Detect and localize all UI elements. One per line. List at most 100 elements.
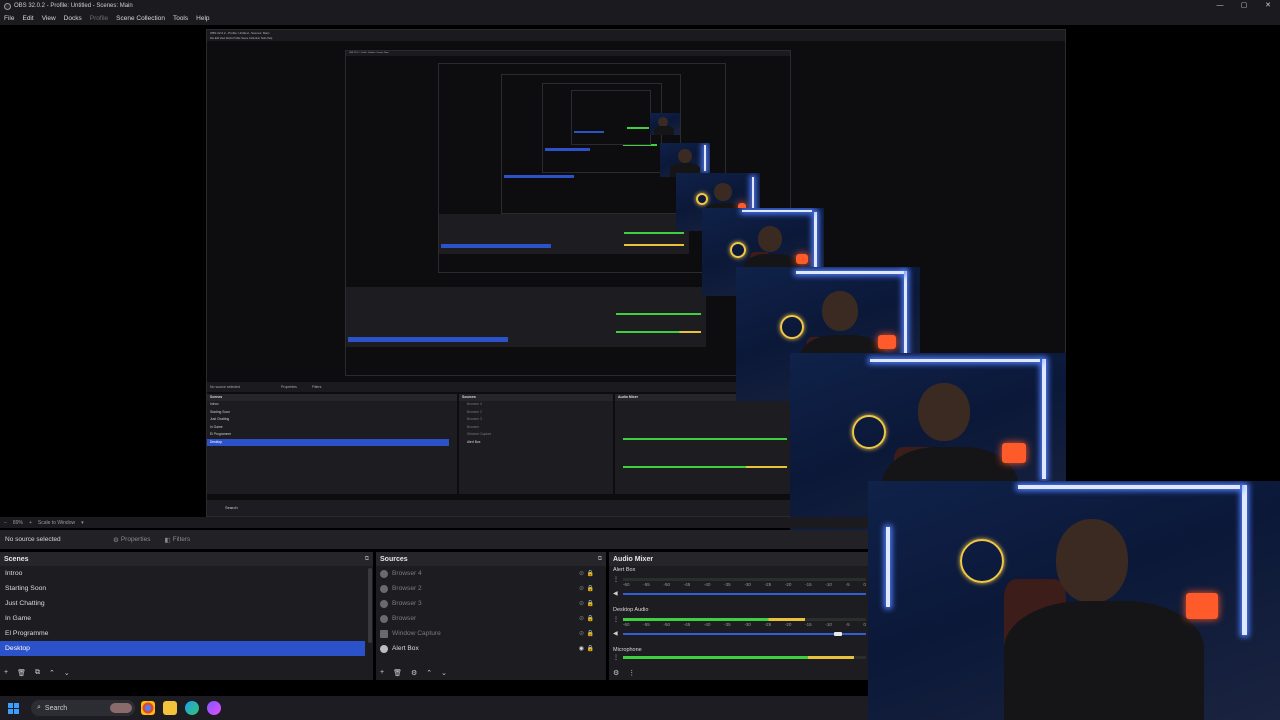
hidden-eye-icon[interactable]: ⊘: [579, 615, 584, 622]
sources-dock: Sources ⧉ Browser 4 ⊘ 🔒 Browser 2 ⊘ 🔒 Browse…: [376, 552, 606, 680]
scene-filters-button[interactable]: ⧉: [35, 669, 40, 677]
maximize-button[interactable]: ▢: [1232, 0, 1256, 12]
menu-tools[interactable]: Tools: [173, 15, 188, 22]
channel-name: Alert Box: [613, 567, 636, 573]
zoom-out-button[interactable]: −: [4, 520, 7, 526]
browser-icon: [380, 614, 388, 623]
webcam-feed-small-1: [650, 113, 680, 135]
mixer-menu-button[interactable]: ⋮: [628, 669, 635, 677]
audio-mixer-title: Audio Mixer: [613, 555, 654, 563]
nested-scene-item: Just Chatting: [210, 417, 230, 421]
lock-icon[interactable]: 🔒: [587, 630, 594, 637]
menu-scene-collection[interactable]: Scene Collection: [116, 15, 165, 22]
more-options-icon[interactable]: ⋮: [613, 616, 619, 623]
mixer-channel-desktop-audio: Desktop Audio ⋮ -60 -55 -50 -45 -40 -35 -30 -25…: [609, 606, 868, 646]
hidden-eye-icon[interactable]: ⊘: [579, 630, 584, 637]
speaker-icon[interactable]: ◀: [613, 590, 618, 597]
source-item[interactable]: Window Capture ⊘ 🔒: [376, 626, 606, 641]
scene-item-in-game[interactable]: In Game: [0, 611, 373, 626]
add-scene-button[interactable]: +: [4, 669, 8, 677]
chrome-icon[interactable]: [141, 701, 155, 715]
scenes-scrollbar[interactable]: [368, 568, 372, 643]
preview-canvas[interactable]: OBS 32.0.2 - Profile: Untitled - Scenes:…: [0, 25, 1280, 541]
source-properties-button[interactable]: ⚙: [411, 669, 417, 677]
hidden-eye-icon[interactable]: ⊘: [579, 600, 584, 607]
meter-tick-label: 0: [863, 622, 866, 627]
add-source-button[interactable]: +: [380, 669, 384, 677]
menu-file[interactable]: File: [4, 15, 14, 22]
lock-icon[interactable]: 🔒: [587, 645, 594, 652]
properties-button[interactable]: ⚙ Properties: [113, 536, 150, 544]
lock-icon[interactable]: 🔒: [587, 615, 594, 622]
mixer-settings-button[interactable]: ⚙: [613, 669, 619, 677]
scene-item-introo[interactable]: Introo: [0, 566, 373, 581]
meter-tick-label: -20: [784, 622, 792, 627]
window-controls: — ▢ ✕: [1208, 0, 1280, 12]
filter-icon: ◧: [164, 536, 171, 544]
browser-icon: [380, 584, 388, 593]
scene-item-el-programme[interactable]: El Programme: [0, 626, 373, 641]
minimize-button[interactable]: —: [1208, 0, 1232, 12]
volume-knob[interactable]: [833, 632, 842, 636]
remove-source-button[interactable]: 🗑: [393, 669, 402, 677]
meter-tick-label: -10: [825, 582, 832, 587]
source-item[interactable]: Browser 2 ⊘ 🔒: [376, 581, 606, 596]
scene-item-desktop[interactable]: Desktop: [0, 641, 365, 656]
nested-source-item: Window Capture: [467, 432, 492, 436]
hidden-eye-icon[interactable]: ⊘: [579, 570, 584, 577]
scene-item-starting-soon[interactable]: Starting Soon: [0, 581, 373, 596]
source-item[interactable]: Browser 3 ⊘ 🔒: [376, 596, 606, 611]
meter-tick-label: -40: [703, 622, 711, 627]
zoom-in-button[interactable]: +: [29, 520, 32, 526]
browser-icon: [380, 569, 388, 578]
nested-sources-dock: Sources Browser 4 Browser 2 Browser 3 Br…: [459, 394, 613, 494]
chevron-down-icon[interactable]: ▾: [81, 520, 84, 526]
scene-item-just-chatting[interactable]: Just Chatting: [0, 596, 373, 611]
app-icon[interactable]: [207, 701, 221, 715]
menu-view[interactable]: View: [42, 15, 56, 22]
edge-icon[interactable]: [185, 701, 199, 715]
move-scene-up-button[interactable]: ⌃: [49, 669, 55, 677]
source-item[interactable]: Alert Box ◉ 🔒: [376, 641, 606, 656]
menu-edit[interactable]: Edit: [22, 15, 33, 22]
zoom-level[interactable]: 89%: [13, 520, 23, 526]
meter-tick-label: -10: [825, 622, 832, 627]
webcam-feed-large: [868, 481, 1280, 720]
selection-status: No source selected: [5, 536, 61, 543]
search-highlight-icon: [110, 703, 132, 713]
volume-slider[interactable]: [623, 593, 866, 595]
undock-icon[interactable]: ⧉: [598, 556, 602, 563]
scenes-toolbar: + 🗑 ⧉ ⌃ ⌄: [4, 669, 79, 677]
more-options-icon[interactable]: ⋮: [613, 576, 619, 583]
close-button[interactable]: ✕: [1256, 0, 1280, 12]
file-explorer-icon[interactable]: [163, 701, 177, 715]
move-source-down-button[interactable]: ⌄: [441, 669, 447, 677]
menu-docks[interactable]: Docks: [64, 15, 82, 22]
move-source-up-button[interactable]: ⌃: [426, 669, 432, 677]
move-scene-down-button[interactable]: ⌄: [64, 669, 70, 677]
source-item[interactable]: Browser 4 ⊘ 🔒: [376, 566, 606, 581]
lock-icon[interactable]: 🔒: [587, 600, 594, 607]
scale-to-window[interactable]: Scale to Window: [38, 520, 75, 526]
meter-tick-label: -60: [623, 622, 630, 627]
mixer-channel-microphone: Microphone ⋮: [609, 646, 868, 666]
sources-toolbar: + 🗑 ⚙ ⌃ ⌄: [380, 669, 456, 677]
volume-slider[interactable]: [623, 632, 866, 636]
browser-icon: [380, 599, 388, 608]
audio-mixer-header: Audio Mixer: [609, 552, 868, 566]
undock-icon[interactable]: ⧉: [365, 556, 369, 563]
source-item[interactable]: Browser ⊘ 🔒: [376, 611, 606, 626]
menu-help[interactable]: Help: [196, 15, 209, 22]
menu-profile[interactable]: Profile: [90, 15, 108, 22]
filters-button[interactable]: ◧ Filters: [164, 536, 190, 544]
eye-icon[interactable]: ◉: [579, 645, 584, 652]
meter-tick-label: -55: [643, 622, 650, 627]
speaker-icon[interactable]: ◀: [613, 630, 618, 637]
remove-scene-button[interactable]: 🗑: [17, 669, 26, 677]
lock-icon[interactable]: 🔒: [587, 570, 594, 577]
more-options-icon[interactable]: ⋮: [613, 654, 619, 661]
windows-start-icon[interactable]: [8, 702, 19, 714]
hidden-eye-icon[interactable]: ⊘: [579, 585, 584, 592]
lock-icon[interactable]: 🔒: [587, 585, 594, 592]
taskbar-search[interactable]: ⌕ Search: [31, 700, 135, 716]
